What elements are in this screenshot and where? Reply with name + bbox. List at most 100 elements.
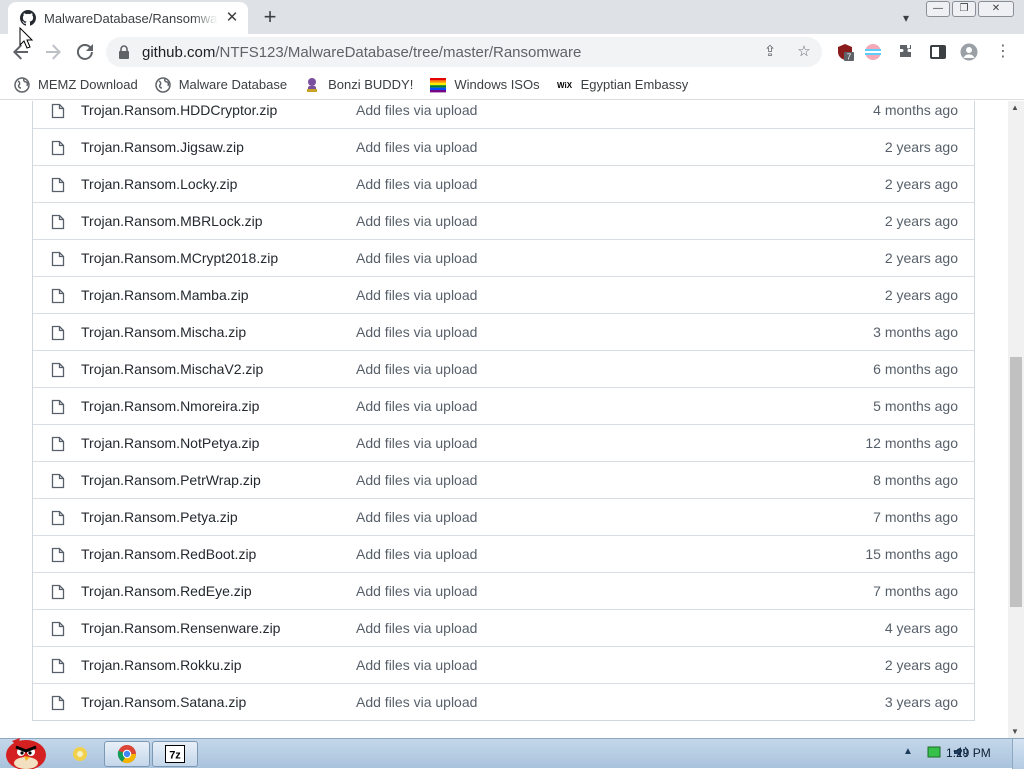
taskbar-7zip-button[interactable]: 7z <box>152 741 198 767</box>
close-window-button[interactable]: ✕ <box>978 1 1014 17</box>
taskbar-chrome-button[interactable] <box>104 741 150 767</box>
file-row[interactable]: Trojan.Ransom.MBRLock.zip Add files via u… <box>33 202 974 239</box>
forward-button[interactable] <box>40 39 66 65</box>
file-name-link[interactable]: Trojan.Ransom.MCrypt2018.zip <box>81 250 278 266</box>
angry-bird-start-icon[interactable] <box>2 731 50 769</box>
file-name-link[interactable]: Trojan.Ransom.MischaV2.zip <box>81 361 263 377</box>
commit-message-link[interactable]: Add files via upload <box>356 435 477 451</box>
bookmark-star-icon[interactable]: ☆ <box>796 44 812 60</box>
shield-extension-icon[interactable]: 7 <box>836 43 854 61</box>
globe-icon <box>14 76 30 93</box>
commit-message-link[interactable]: Add files via upload <box>356 620 477 636</box>
commit-age: 5 months ago <box>873 398 958 414</box>
file-row[interactable]: Trojan.Ransom.Petya.zip Add files via upl… <box>33 498 974 535</box>
restore-button[interactable]: ❐ <box>952 1 976 17</box>
explorer-folder-icon[interactable] <box>72 746 88 762</box>
file-row[interactable]: Trojan.Ransom.HDDCryptor.zip Add files vi… <box>33 101 974 128</box>
file-row[interactable]: Trojan.Ransom.MCrypt2018.zip Add files vi… <box>33 239 974 276</box>
profile-avatar-icon[interactable] <box>960 43 978 61</box>
show-desktop-button[interactable] <box>1012 739 1024 769</box>
reload-icon <box>76 43 93 60</box>
bookmark-memz[interactable]: MEMZ Download <box>14 76 138 93</box>
commit-message-link[interactable]: Add files via upload <box>356 472 477 488</box>
forward-arrow-icon <box>46 44 61 60</box>
file-row[interactable]: Trojan.Ransom.RedBoot.zip Add files via u… <box>33 535 974 572</box>
new-tab-button[interactable]: + <box>258 6 282 30</box>
address-bar[interactable]: github.com/NTFS123/MalwareDatabase/tree/… <box>106 37 822 67</box>
bookmark-malware-database[interactable]: Malware Database <box>154 76 287 93</box>
file-name-link[interactable]: Trojan.Ransom.Mamba.zip <box>81 287 249 303</box>
file-name-link[interactable]: Trojan.Ransom.Jigsaw.zip <box>81 139 244 155</box>
commit-message-link[interactable]: Add files via upload <box>356 509 477 525</box>
bookmark-windows-isos[interactable]: Windows ISOs <box>430 77 540 93</box>
show-hidden-icons-icon[interactable]: ▲ <box>900 744 916 760</box>
commit-message-link[interactable]: Add files via upload <box>356 287 477 303</box>
file-name-link[interactable]: Trojan.Ransom.Rensenware.zip <box>81 620 280 636</box>
file-row[interactable]: Trojan.Ransom.Mischa.zip Add files via up… <box>33 313 974 350</box>
file-name-link[interactable]: Trojan.Ransom.Locky.zip <box>81 176 237 192</box>
colorful-extension-icon[interactable] <box>864 43 882 61</box>
page-scrollbar[interactable]: ▲ ▼ <box>1008 101 1024 738</box>
commit-message-link[interactable]: Add files via upload <box>356 213 477 229</box>
file-icon <box>51 103 65 119</box>
file-icon <box>51 621 65 637</box>
commit-age: 2 years ago <box>884 250 958 266</box>
file-name-link[interactable]: Trojan.Ransom.NotPetya.zip <box>81 435 259 451</box>
bookmark-bonzi-buddy[interactable]: Bonzi BUDDY! <box>304 77 413 93</box>
puzzle-extensions-icon[interactable] <box>897 43 915 61</box>
file-name-link[interactable]: Trojan.Ransom.RedBoot.zip <box>81 546 256 562</box>
commit-message-link[interactable]: Add files via upload <box>356 324 477 340</box>
commit-message-link[interactable]: Add files via upload <box>356 583 477 599</box>
7zip-label: 7z <box>169 750 181 762</box>
file-icon <box>51 658 65 674</box>
file-name-link[interactable]: Trojan.Ransom.RedEye.zip <box>81 583 252 599</box>
commit-message-link[interactable]: Add files via upload <box>356 361 477 377</box>
commit-message-link[interactable]: Add files via upload <box>356 694 477 710</box>
tab-search-chevron-icon[interactable]: ▾ <box>896 8 916 28</box>
minimize-button[interactable]: — <box>926 1 950 17</box>
file-row[interactable]: Trojan.Ransom.Rokku.zip Add files via upl… <box>33 646 974 683</box>
commit-age: 2 years ago <box>884 139 958 155</box>
browser-menu-icon[interactable]: ⋮ <box>990 39 1016 65</box>
bookmark-egyptian-embassy[interactable]: WiX Egyptian Embassy <box>557 77 689 93</box>
file-row[interactable]: Trojan.Ransom.Rensenware.zip Add files vi… <box>33 609 974 646</box>
file-name-link[interactable]: Trojan.Ransom.PetrWrap.zip <box>81 472 261 488</box>
file-name-link[interactable]: Trojan.Ransom.MBRLock.zip <box>81 213 263 229</box>
file-row[interactable]: Trojan.Ransom.NotPetya.zip Add files via … <box>33 424 974 461</box>
file-name-link[interactable]: Trojan.Ransom.Satana.zip <box>81 694 246 710</box>
side-panel-icon[interactable] <box>929 43 947 61</box>
file-name-link[interactable]: Trojan.Ransom.Rokku.zip <box>81 657 242 673</box>
commit-message-link[interactable]: Add files via upload <box>356 102 477 118</box>
commit-message-link[interactable]: Add files via upload <box>356 398 477 414</box>
battery-icon[interactable] <box>926 744 942 760</box>
file-row[interactable]: Trojan.Ransom.Locky.zip Add files via upl… <box>33 165 974 202</box>
file-row[interactable]: Trojan.Ransom.RedEye.zip Add files via up… <box>33 572 974 609</box>
file-row[interactable]: Trojan.Ransom.Satana.zip Add files via up… <box>33 683 974 720</box>
reload-button[interactable] <box>72 39 98 65</box>
file-name-link[interactable]: Trojan.Ransom.Mischa.zip <box>81 324 246 340</box>
scroll-up-icon[interactable]: ▲ <box>1011 103 1019 112</box>
commit-message-link[interactable]: Add files via upload <box>356 139 477 155</box>
commit-message-link[interactable]: Add files via upload <box>356 250 477 266</box>
commit-message-link[interactable]: Add files via upload <box>356 657 477 673</box>
file-name-link[interactable]: Trojan.Ransom.Petya.zip <box>81 509 238 525</box>
file-name-link[interactable]: Trojan.Ransom.HDDCryptor.zip <box>81 102 277 118</box>
file-icon <box>51 362 65 378</box>
share-icon[interactable]: ⇪ <box>762 44 778 60</box>
active-tab[interactable]: MalwareDatabase/Ransomware ✕ <box>8 2 248 34</box>
commit-age: 7 months ago <box>873 583 958 599</box>
file-row[interactable]: Trojan.Ransom.PetrWrap.zip Add files via … <box>33 461 974 498</box>
file-icon <box>51 288 65 304</box>
scroll-down-icon[interactable]: ▼ <box>1011 727 1019 736</box>
file-row[interactable]: Trojan.Ransom.Mamba.zip Add files via upl… <box>33 276 974 313</box>
commit-message-link[interactable]: Add files via upload <box>356 546 477 562</box>
tab-strip: MalwareDatabase/Ransomware ✕ + ▾ — ❐ ✕ <box>0 0 1024 34</box>
file-row[interactable]: Trojan.Ransom.MischaV2.zip Add files via … <box>33 350 974 387</box>
commit-message-link[interactable]: Add files via upload <box>356 176 477 192</box>
file-row[interactable]: Trojan.Ransom.Nmoreira.zip Add files via … <box>33 387 974 424</box>
file-name-link[interactable]: Trojan.Ransom.Nmoreira.zip <box>81 398 259 414</box>
close-tab-icon[interactable]: ✕ <box>224 10 240 26</box>
taskbar-clock[interactable]: 1:29 PM <box>946 746 991 760</box>
scrollbar-thumb[interactable] <box>1010 357 1022 607</box>
file-row[interactable]: Trojan.Ransom.Jigsaw.zip Add files via up… <box>33 128 974 165</box>
